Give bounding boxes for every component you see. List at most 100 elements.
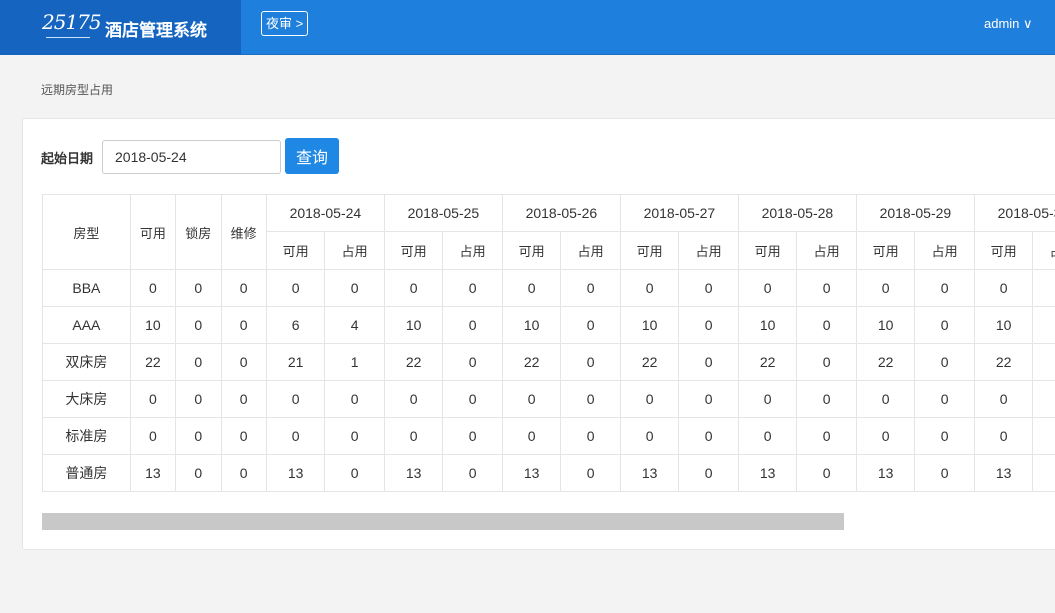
header-sub-occupied: 占用 — [442, 231, 503, 270]
cell-day-available: 22 — [501, 343, 562, 381]
query-button[interactable]: 查询 — [285, 138, 339, 174]
cell-day-occupied: 0 — [560, 454, 621, 492]
header-sub-occupied: 占用 — [678, 231, 739, 270]
cell-repair: 0 — [220, 343, 267, 381]
cell-repair: 0 — [220, 454, 267, 492]
cell-day-available: 0 — [973, 417, 1034, 455]
cell-day-available: 0 — [383, 380, 444, 418]
cell-day-occupied: 0 — [324, 269, 385, 307]
cell-day-available: 0 — [737, 269, 798, 307]
logo-underline — [46, 37, 90, 41]
cell-repair: 0 — [220, 306, 267, 344]
occupancy-table-container: 房型 可用 锁房 维修 2018-05-24 2018-05-25 2018-05-… — [42, 194, 1055, 493]
cell-day-available: 0 — [383, 269, 444, 307]
cell-available: 13 — [129, 454, 177, 492]
cell-day-occupied: 0 — [442, 454, 503, 492]
cell-locked: 0 — [175, 269, 222, 307]
cell-day-available: 10 — [737, 306, 798, 344]
cell-day-available: 0 — [265, 269, 326, 307]
cell-repair: 0 — [220, 380, 267, 418]
cell-day-available: 13 — [855, 454, 916, 492]
table-row: 标准房00000000000000000 — [42, 417, 1055, 455]
cell-day-occupied: 0 — [324, 380, 385, 418]
cell-day-occupied: 0 — [1032, 417, 1055, 455]
cell-available: 22 — [129, 343, 177, 381]
cell-locked: 0 — [175, 417, 222, 455]
cell-day-available: 10 — [855, 306, 916, 344]
cell-day-occupied: 0 — [560, 269, 621, 307]
cell-day-available: 13 — [619, 454, 680, 492]
cell-day-available: 22 — [383, 343, 444, 381]
header-sub-available: 可用 — [383, 231, 444, 270]
header-date: 2018-05-26 — [501, 194, 621, 232]
cell-locked: 0 — [175, 380, 222, 418]
night-audit-button[interactable]: 夜审 > — [261, 11, 309, 36]
cell-day-available: 10 — [501, 306, 562, 344]
cell-day-occupied: 0 — [678, 306, 739, 344]
header-locked: 锁房 — [175, 194, 222, 270]
header-sub-available: 可用 — [501, 231, 562, 270]
cell-day-occupied: 0 — [678, 380, 739, 418]
cell-day-occupied: 0 — [442, 269, 503, 307]
horizontal-scrollbar[interactable] — [42, 513, 844, 530]
cell-day-occupied: 0 — [560, 417, 621, 455]
cell-day-available: 22 — [619, 343, 680, 381]
header-sub-available: 可用 — [265, 231, 326, 270]
cell-day-occupied: 0 — [796, 343, 857, 381]
cell-day-occupied: 0 — [1032, 454, 1055, 492]
cell-available: 0 — [129, 269, 177, 307]
cell-day-occupied: 0 — [560, 380, 621, 418]
user-menu[interactable]: admin ∨ — [984, 16, 1033, 32]
cell-day-available: 13 — [383, 454, 444, 492]
breadcrumb: 远期房型占用 — [41, 83, 114, 97]
cell-day-occupied: 0 — [796, 417, 857, 455]
header-date: 2018-05-27 — [619, 194, 739, 232]
table-row: AAA100064100100100100100100 — [42, 306, 1055, 344]
cell-day-available: 0 — [855, 417, 916, 455]
header-date: 2018-05-29 — [855, 194, 975, 232]
header-sub-available: 可用 — [855, 231, 916, 270]
cell-day-occupied: 4 — [324, 306, 385, 344]
header-room-type: 房型 — [42, 194, 131, 270]
cell-day-occupied: 0 — [1032, 343, 1055, 381]
cell-day-available: 0 — [265, 380, 326, 418]
cell-day-occupied: 0 — [442, 306, 503, 344]
cell-day-available: 13 — [737, 454, 798, 492]
top-navbar: 25175 酒店管理系统 夜审 > admin ∨ — [0, 0, 1055, 55]
logo-text: 25175 — [42, 10, 102, 34]
header-repair: 维修 — [220, 194, 267, 270]
cell-day-available: 22 — [855, 343, 916, 381]
cell-day-occupied: 0 — [1032, 306, 1055, 344]
cell-day-available: 10 — [383, 306, 444, 344]
cell-day-occupied: 0 — [914, 454, 975, 492]
cell-available: 0 — [129, 380, 177, 418]
cell-day-available: 0 — [619, 380, 680, 418]
cell-day-occupied: 0 — [914, 380, 975, 418]
cell-day-occupied: 0 — [324, 454, 385, 492]
brand-area: 25175 酒店管理系统 — [0, 0, 241, 55]
table-row: 双床房2200211220220220220220220 — [42, 343, 1055, 381]
header-date: 2018-05-25 — [383, 194, 503, 232]
cell-room-type: 大床房 — [42, 380, 131, 418]
cell-day-occupied: 0 — [442, 380, 503, 418]
cell-day-available: 0 — [619, 269, 680, 307]
cell-room-type: BBA — [42, 269, 131, 307]
cell-available: 0 — [129, 417, 177, 455]
cell-day-occupied: 0 — [796, 454, 857, 492]
cell-day-available: 13 — [501, 454, 562, 492]
start-date-label: 起始日期 — [41, 151, 94, 166]
header-sub-occupied: 占用 — [914, 231, 975, 270]
cell-locked: 0 — [175, 343, 222, 381]
header-sub-occupied: 占用 — [1032, 231, 1055, 270]
cell-day-available: 10 — [619, 306, 680, 344]
start-date-input[interactable] — [102, 140, 281, 174]
cell-locked: 0 — [175, 306, 222, 344]
cell-day-occupied: 0 — [914, 269, 975, 307]
table-row: BBA00000000000000000 — [42, 269, 1055, 307]
cell-day-occupied: 0 — [796, 380, 857, 418]
cell-day-available: 0 — [855, 380, 916, 418]
cell-day-occupied: 0 — [796, 269, 857, 307]
cell-day-occupied: 0 — [1032, 380, 1055, 418]
cell-day-available: 0 — [855, 269, 916, 307]
cell-room-type: 标准房 — [42, 417, 131, 455]
